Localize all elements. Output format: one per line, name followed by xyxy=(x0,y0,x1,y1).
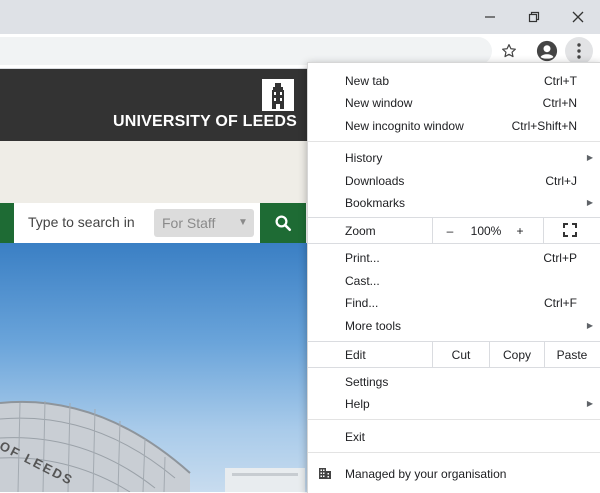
submenu-arrow-icon: ▶ xyxy=(586,198,593,207)
chrome-menu: New tab Ctrl+T New window Ctrl+N New inc… xyxy=(307,62,600,493)
zoom-out-button[interactable]: – xyxy=(440,224,460,238)
menu-separator xyxy=(308,341,600,342)
search-icon xyxy=(275,215,292,232)
vertical-dots-icon xyxy=(577,43,581,59)
restore-button[interactable] xyxy=(512,0,556,34)
zoom-divider xyxy=(543,217,544,243)
university-logo-text[interactable]: UNIVERSITY OF LEEDS xyxy=(113,113,297,131)
submenu-arrow-icon: ▶ xyxy=(586,321,593,330)
university-crest-icon xyxy=(262,79,294,111)
menu-item-downloads[interactable]: Downloads Ctrl+J xyxy=(308,170,600,192)
search-scope-select[interactable]: For Staff ▼ xyxy=(154,209,254,237)
site-search-button[interactable] xyxy=(260,203,306,243)
menu-item-new-window[interactable]: New window Ctrl+N xyxy=(308,92,600,114)
restore-icon xyxy=(528,11,540,23)
submenu-arrow-icon: ▶ xyxy=(586,399,593,408)
fullscreen-button[interactable] xyxy=(560,223,580,239)
menu-item-help[interactable]: Help ▶ xyxy=(308,393,600,415)
profile-button[interactable] xyxy=(533,37,561,65)
window-title-bar xyxy=(0,0,600,34)
paste-button[interactable]: Paste xyxy=(545,348,599,362)
menu-separator xyxy=(308,367,600,368)
zoom-in-button[interactable]: + xyxy=(510,224,530,238)
dropdown-arrow-icon: ▼ xyxy=(238,217,248,228)
bookmark-star-button[interactable] xyxy=(495,37,523,65)
zoom-divider xyxy=(432,217,433,243)
menu-item-managed[interactable]: Managed by your organisation xyxy=(308,463,600,485)
address-bar[interactable] xyxy=(0,37,492,65)
site-search-input[interactable]: Type to search in xyxy=(28,214,135,230)
menu-item-new-incognito-window[interactable]: New incognito window Ctrl+Shift+N xyxy=(308,115,600,137)
zoom-level: 100% xyxy=(470,224,502,238)
zoom-label: Zoom xyxy=(345,224,376,238)
menu-item-find[interactable]: Find... Ctrl+F xyxy=(308,292,600,314)
menu-item-print[interactable]: Print... Ctrl+P xyxy=(308,247,600,269)
menu-separator xyxy=(308,452,600,453)
edit-label: Edit xyxy=(345,348,366,362)
menu-item-history[interactable]: History ▶ xyxy=(308,147,600,169)
star-icon xyxy=(502,44,516,58)
close-window-button[interactable] xyxy=(556,0,600,34)
close-icon xyxy=(572,11,584,23)
minimize-button[interactable] xyxy=(468,0,512,34)
menu-item-new-tab[interactable]: New tab Ctrl+T xyxy=(308,70,600,92)
search-bar-accent xyxy=(0,203,14,243)
cut-button[interactable]: Cut xyxy=(433,348,489,362)
minimize-icon xyxy=(485,16,495,18)
menu-item-settings[interactable]: Settings xyxy=(308,371,600,393)
menu-item-bookmarks[interactable]: Bookmarks ▶ xyxy=(308,192,600,214)
menu-item-exit[interactable]: Exit xyxy=(308,426,600,448)
fullscreen-icon xyxy=(563,223,577,237)
chrome-menu-button[interactable] xyxy=(565,37,593,65)
menu-separator xyxy=(308,141,600,142)
menu-item-more-tools[interactable]: More tools ▶ xyxy=(308,315,600,337)
menu-item-cast[interactable]: Cast... xyxy=(308,270,600,292)
account-circle-icon xyxy=(536,40,558,62)
menu-separator xyxy=(308,217,600,218)
menu-separator xyxy=(308,419,600,420)
menu-separator xyxy=(308,243,600,244)
copy-button[interactable]: Copy xyxy=(490,348,544,362)
search-scope-value: For Staff xyxy=(162,215,216,231)
building-icon xyxy=(318,466,332,483)
submenu-arrow-icon: ▶ xyxy=(586,153,593,162)
